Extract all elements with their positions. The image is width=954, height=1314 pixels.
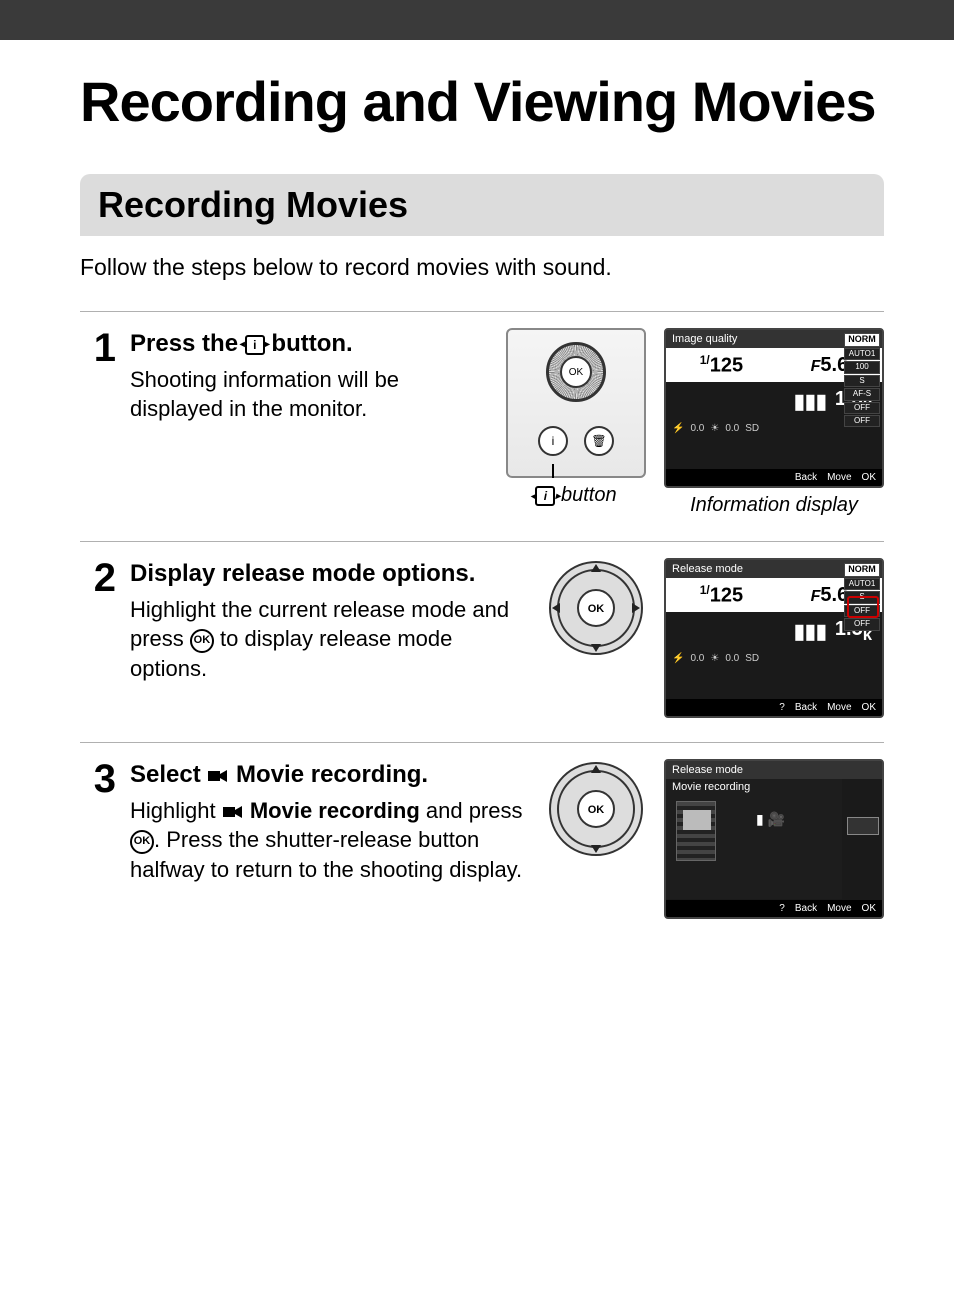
movie-camera-icon [207, 761, 229, 788]
battery-icon: ▮▮▮ [794, 389, 827, 414]
step-number: 3 [80, 759, 116, 919]
camera-back-diagram: i 🗑 [506, 328, 646, 478]
step-body: Highlight the current release mode and p… [130, 597, 509, 681]
callout-line [552, 464, 554, 478]
trash-button-icon: 🗑 [584, 426, 614, 456]
step-number: 2 [80, 558, 116, 718]
battery-icon: ▮▮▮ [794, 619, 827, 644]
multi-selector-icon: OK [546, 558, 646, 658]
figure-caption: i button [535, 484, 616, 507]
step-body: Shooting information will be displayed i… [130, 367, 399, 422]
info-button-icon: i [535, 486, 555, 506]
step-text: Press the i button. Shooting information… [130, 328, 492, 517]
movie-camera-icon [222, 798, 244, 823]
lcd-title: Release mode [666, 761, 882, 779]
intro-text: Follow the steps below to record movies … [80, 254, 884, 281]
chapter-title: Recording and Viewing Movies [80, 70, 884, 134]
info-button-icon: i [245, 335, 265, 355]
step-3: 3 Select Movie recording. Highlight Movi… [80, 743, 884, 943]
step-heading: Press the i button. [130, 328, 492, 360]
step-number: 1 [80, 328, 116, 517]
step-heading: Display release mode options. [130, 558, 532, 590]
svg-text:OK: OK [588, 804, 605, 816]
step-text: Select Movie recording. Highlight Movie … [130, 759, 532, 919]
camera-lcd-info-display: Image quality 1/125 F5.6 ▮▮▮1.5k ⚡0.0☀0.… [664, 328, 884, 488]
step-2: 2 Display release mode options. Highligh… [80, 542, 884, 742]
camera-lcd-release-mode: Release mode 1/125 F5.6 ▮▮▮1.5k ⚡0.0☀0.0… [664, 558, 884, 718]
filmstrip-icon [676, 801, 716, 861]
selection-highlight [847, 596, 879, 618]
step-heading: Select Movie recording. [130, 759, 532, 791]
multi-selector-icon: OK [546, 759, 646, 859]
movie-camera-icon: ▮ 🎥 [756, 811, 785, 828]
step-body: Highlight Movie recording and press OK. … [130, 798, 523, 882]
figure-caption: Information display [690, 494, 858, 517]
ok-button-icon: OK [190, 629, 214, 653]
ok-button-icon: OK [130, 830, 154, 854]
top-header-bar [0, 0, 954, 40]
lcd-right-settings: NORM AUTO1 100 S AF-S OFF OFF [844, 332, 880, 428]
selection-highlight [847, 817, 879, 835]
info-button-icon: i [538, 426, 568, 456]
ok-dial-icon [546, 342, 606, 402]
camera-lcd-movie-mode: Release mode Movie recording ▮ 🎥 ?BackMo… [664, 759, 884, 919]
svg-text:OK: OK [588, 603, 605, 615]
lcd-mode-label: Movie recording [672, 781, 750, 793]
step-1: 1 Press the i button. Shooting informati… [80, 312, 884, 541]
step-text: Display release mode options. Highlight … [130, 558, 532, 718]
section-header: Recording Movies [80, 174, 884, 236]
